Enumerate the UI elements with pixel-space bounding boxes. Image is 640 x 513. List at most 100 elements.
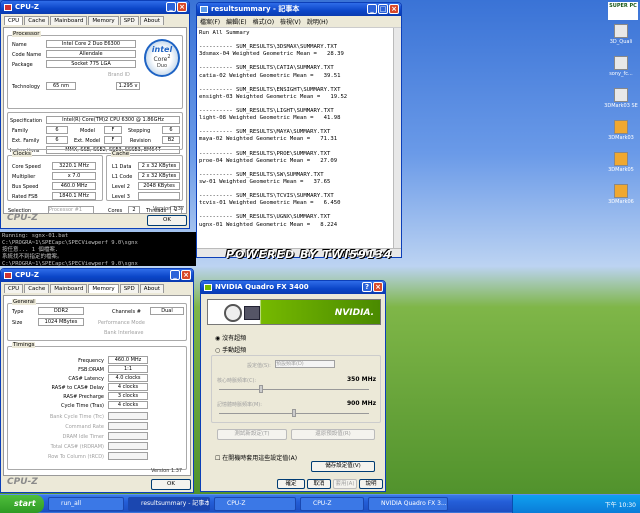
size-label: Size [12, 320, 23, 326]
menu-item[interactable]: 編輯(E) [226, 17, 246, 26]
timing-label-disabled: Row To Column (tRCD) [47, 454, 104, 460]
watermark: POWERED BY TWI59134 [226, 248, 393, 261]
timing-label: Cycle Time (Tras) [60, 403, 104, 409]
desktop-icon[interactable]: 3DMark06 [604, 184, 638, 205]
title-bar[interactable]: CPU-Z _ × [1, 269, 193, 282]
app-icon [614, 88, 628, 102]
minimize-button[interactable]: _ [170, 270, 180, 280]
type-label: Type [12, 309, 24, 315]
taskbar-item[interactable]: CPU-Z [214, 497, 296, 511]
test-settings-button[interactable]: 測試新設定(T) [217, 429, 287, 440]
minimize-button[interactable]: _ [367, 4, 377, 14]
version-label: Version 1.37 [153, 206, 185, 212]
tab-spd[interactable]: SPD [119, 16, 139, 25]
notepad-window[interactable]: resultsummary - 記事本 _ □ × 檔案(F) 編輯(E) 格式(O) 檢… [196, 2, 402, 258]
tab-memory[interactable]: Memory [88, 284, 119, 293]
restore-defaults-button[interactable]: 還原預設值(R) [291, 429, 375, 440]
desktop-icon[interactable]: 3D_Quali [604, 24, 638, 45]
taskbar-item[interactable]: NVIDIA Quadro FX 3... [368, 497, 448, 511]
nvidia-clock-dialog[interactable]: NVIDIA Quadro FX 3400 ? × NVIDIA. ◉ 沒有超頻 … [200, 280, 386, 492]
title-bar[interactable]: resultsummary - 記事本 _ □ × [197, 3, 401, 16]
timing-label-disabled: DRAM Idle Timer [62, 434, 104, 440]
title-bar[interactable]: NVIDIA Quadro FX 3400 ? × [201, 281, 385, 294]
title-bar[interactable]: CPU-Z _ × [1, 1, 189, 14]
cpuz-cpu-window[interactable]: CPU-Z _ × CPU Cache Mainboard Memory SPD About… [0, 0, 190, 229]
tab-mainboard[interactable]: Mainboard [50, 284, 88, 293]
cpuz-app-icon [4, 272, 12, 279]
close-button[interactable]: × [181, 270, 191, 280]
taskbar-item[interactable]: run_all [48, 497, 124, 511]
desktop-icon-label: 3DMark06 [608, 199, 634, 205]
desktop-logo: SUPER PC [608, 2, 638, 20]
clock[interactable]: 下午 10:30 [605, 500, 636, 509]
channels-value: Dual [150, 307, 184, 315]
package-value: Socket 775 LGA [46, 60, 136, 68]
menu-item[interactable]: 說明(H) [307, 17, 328, 26]
no-overclock-radio[interactable]: ◉ 沒有超頻 [215, 333, 246, 342]
menu-item[interactable]: 格式(O) [253, 17, 274, 26]
ok-button[interactable]: 確定 [277, 479, 305, 489]
tab-about[interactable]: About [139, 284, 164, 293]
console-line: Running: sgnx-01.bat [2, 233, 69, 239]
close-button[interactable]: × [389, 4, 399, 14]
ok-button[interactable]: OK [151, 479, 191, 490]
tab-spd[interactable]: SPD [119, 284, 139, 293]
help-title-button[interactable]: ? [362, 282, 372, 292]
notepad-text-area[interactable]: Run All Summary ---------- SUM_RESULTS\3… [197, 28, 393, 248]
tab-panel: Processor Name Intel Core 2 Duo E6300 Code… [3, 27, 187, 214]
menu-bar: 檔案(F) 編輯(E) 格式(O) 檢視(V) 說明(H) [197, 16, 401, 28]
desktop-icon[interactable]: sony_fc... [604, 56, 638, 77]
desktop-icon[interactable]: 3DMark03 SE [604, 88, 638, 109]
menu-item[interactable]: 檢視(V) [280, 17, 301, 26]
tab-mainboard[interactable]: Mainboard [50, 16, 88, 25]
tab-cpu[interactable]: CPU [4, 16, 24, 25]
close-button[interactable]: × [177, 2, 187, 12]
core-clock-slider-thumb[interactable] [259, 385, 263, 393]
notepad-app-icon [200, 6, 208, 13]
start-button[interactable]: start [0, 495, 44, 513]
tab-about[interactable]: About [139, 16, 164, 25]
preset-dropdown[interactable]: 預設頻率(D) [275, 360, 335, 368]
manual-overclock-radio[interactable]: ○ 手動超頻 [215, 345, 246, 354]
brand-id-label: Brand ID [108, 72, 130, 78]
gpu-chip-icon [244, 306, 260, 320]
tab-cache[interactable]: Cache [24, 284, 50, 293]
perf-mode-label: Performance Mode [98, 320, 145, 326]
close-button[interactable]: × [373, 282, 383, 292]
tab-cache[interactable]: Cache [24, 16, 50, 25]
technology-label: Technology [12, 84, 41, 90]
tab-memory[interactable]: Memory [88, 16, 119, 25]
help-button[interactable]: 說明 [359, 479, 383, 489]
desktop-icon-label: 3DMark05 [608, 167, 634, 173]
cancel-button[interactable]: 取消 [307, 479, 331, 489]
cache-group-label: Cache [111, 151, 131, 157]
core-clock-slider[interactable] [219, 389, 369, 390]
minimize-button[interactable]: _ [166, 2, 176, 12]
timing-label-disabled: Command Rate [65, 424, 104, 430]
desktop-icon[interactable]: 3DMark05 [604, 152, 638, 173]
manual-overclock-label: 手動超頻 [222, 347, 247, 354]
memory-clock-slider-thumb[interactable] [292, 409, 296, 417]
timing-value: 1:1 [108, 365, 148, 373]
cpuz-memory-window[interactable]: CPU-Z _ × CPU Cache Mainboard Memory SPD About… [0, 268, 194, 493]
tab-cpu[interactable]: CPU [4, 284, 24, 293]
timing-label: RAS# to CAS# Delay [51, 385, 104, 391]
save-settings-button[interactable]: 儲存設定值(V) [311, 461, 375, 472]
vertical-scrollbar[interactable] [393, 28, 401, 248]
selection-dropdown[interactable]: Processor #1 [48, 206, 94, 214]
desktop-icon[interactable]: 3DMark03 [604, 120, 638, 141]
apply-button[interactable]: 套用(A) [333, 479, 357, 489]
desktop-icon-label: sony_fc... [609, 71, 633, 77]
ok-button[interactable]: OK [147, 215, 187, 226]
maximize-button[interactable]: □ [378, 4, 388, 14]
menu-item[interactable]: 檔案(F) [200, 17, 220, 26]
apply-at-startup-checkbox[interactable]: ☐ 在開機時套用這些設定值(A) [215, 453, 297, 462]
taskbar-item[interactable]: CPU-Z [300, 497, 364, 511]
timing-value: 4.0 clocks [108, 374, 148, 382]
apply-at-startup-label: 在開機時套用這些設定值(A) [222, 455, 298, 462]
memory-clock-value: 900 MHz [347, 400, 377, 407]
taskbar-item[interactable]: resultsummary - 記事本 [128, 497, 210, 511]
doc-icon [614, 152, 628, 166]
logo-core-text: Core2 [153, 54, 171, 63]
core-voltage-value: 1.295 v [116, 82, 140, 90]
